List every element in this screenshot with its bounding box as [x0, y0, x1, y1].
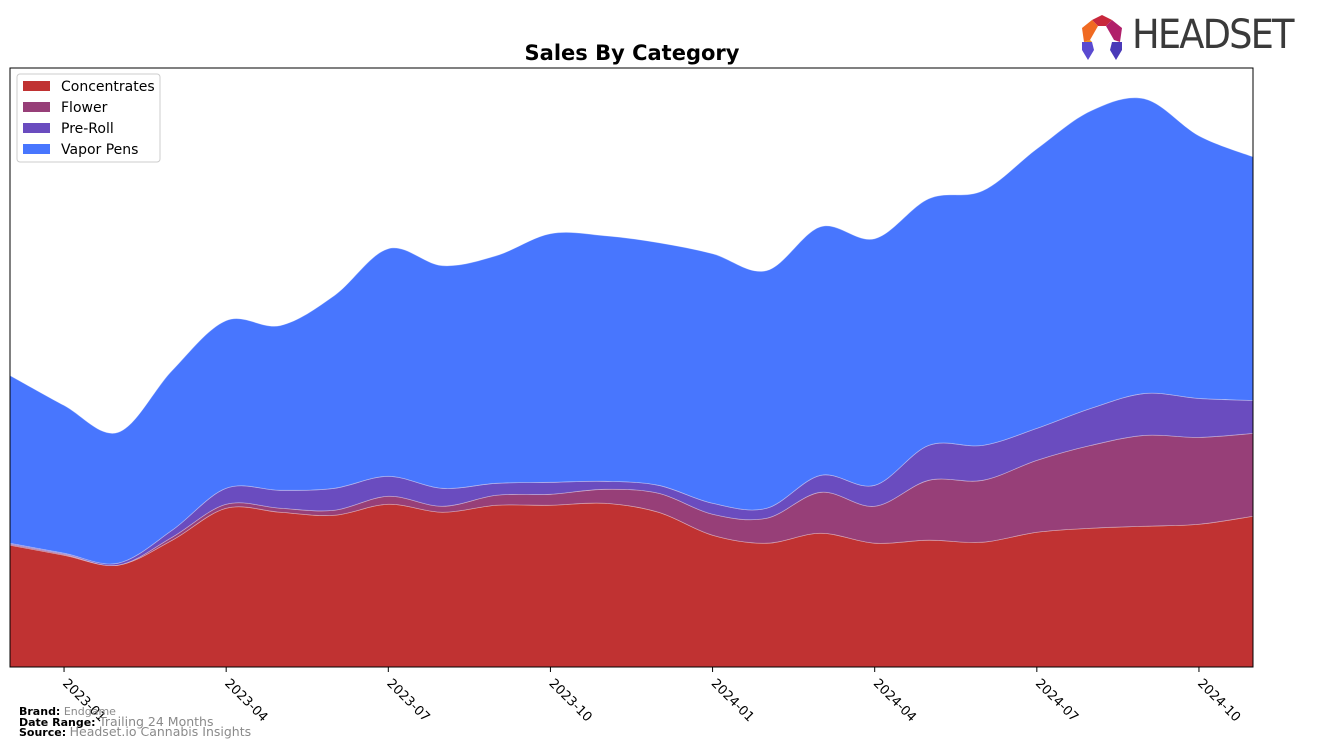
x-tick-label: 2023-10 — [546, 676, 595, 725]
legend-swatch-pre-roll — [23, 123, 50, 133]
legend-swatch-concentrates — [23, 81, 50, 91]
source-value: Headset.io Cannabis Insights — [69, 724, 252, 739]
x-tick-label: 2024-10 — [1194, 676, 1243, 725]
source-label: Source: — [19, 726, 67, 739]
legend-label-flower: Flower — [61, 100, 108, 116]
legend: Concentrates Flower Pre-Roll Vapor Pens — [16, 73, 161, 163]
legend-label-pre-roll: Pre-Roll — [61, 121, 114, 137]
footer-source: Source: Headset.io Cannabis Insights — [19, 724, 252, 739]
chart-footer: Brand: Endgame Date Range: Trailing 24 M… — [19, 706, 252, 739]
legend-label-concentrates: Concentrates — [61, 79, 155, 95]
legend-swatch-vapor-pens — [23, 144, 50, 154]
x-tick-label: 2024-07 — [1032, 676, 1081, 725]
x-tick-label: 2023-07 — [383, 676, 432, 725]
x-tick-label: 2024-04 — [870, 676, 919, 725]
legend-label-vapor-pens: Vapor Pens — [61, 142, 138, 158]
x-tick-label: 2024-01 — [708, 676, 757, 725]
chart-title: Sales By Category — [525, 41, 740, 65]
area-layers — [9, 97, 1254, 668]
legend-swatch-flower — [23, 102, 50, 112]
sales-by-category-chart: Sales By Category 2023-01 2023-04 2023-07 2… — [9, 41, 1254, 725]
